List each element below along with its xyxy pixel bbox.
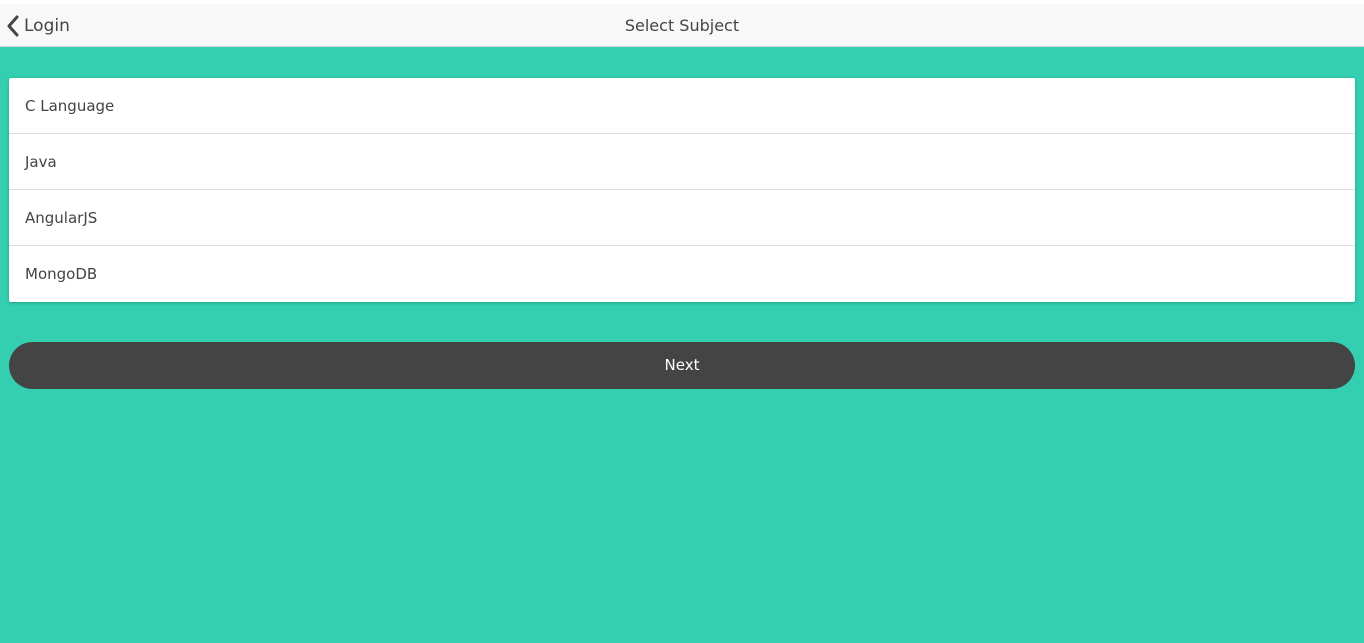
back-label: Login xyxy=(24,15,70,36)
subject-item-mongodb[interactable]: MongoDB xyxy=(9,246,1355,302)
chevron-left-icon xyxy=(6,15,20,37)
subject-item-java[interactable]: Java xyxy=(9,134,1355,190)
subject-item-angularjs[interactable]: AngularJS xyxy=(9,190,1355,246)
subject-item-c-language[interactable]: C Language xyxy=(9,78,1355,134)
subject-list: C Language Java AngularJS MongoDB xyxy=(9,78,1355,302)
nav-bar: Login Select Subject xyxy=(0,4,1364,47)
back-button[interactable]: Login xyxy=(6,4,70,47)
page-title: Select Subject xyxy=(624,16,740,35)
next-button[interactable]: Next xyxy=(9,342,1355,389)
